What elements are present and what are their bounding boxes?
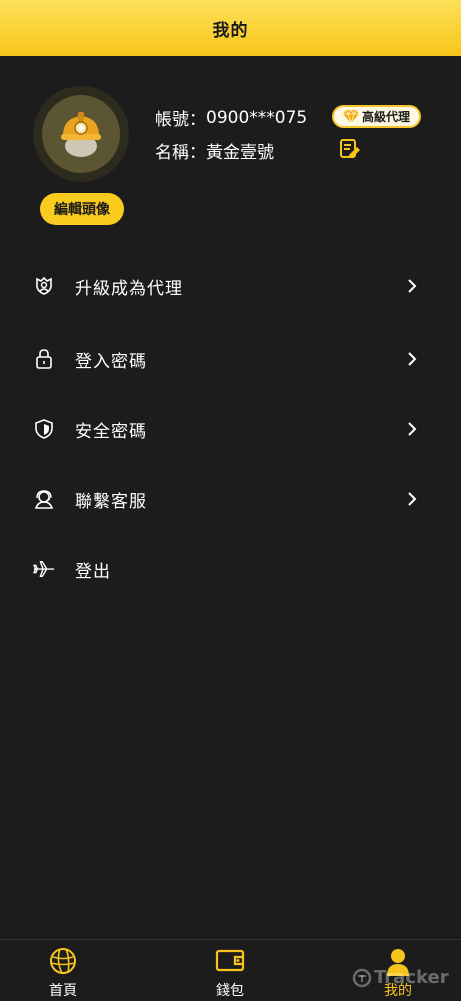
- watermark-text: Tracker: [374, 967, 449, 988]
- menu-label: 登入密碼: [75, 351, 147, 372]
- chevron-right-icon: [408, 422, 417, 436]
- edit-avatar-button[interactable]: 編輯頭像: [40, 193, 124, 225]
- badge-label: 高級代理: [361, 110, 410, 124]
- shield-icon: [33, 418, 55, 440]
- account-value: 0900***075: [206, 107, 308, 128]
- headset-icon: [33, 488, 55, 510]
- avatar-image: [42, 95, 120, 173]
- name-value: 黃金壹號: [206, 143, 274, 163]
- account-label: 帳號：: [155, 110, 206, 130]
- menu-item-security-password[interactable]: 安全密碼: [0, 399, 461, 459]
- lock-icon: [33, 348, 55, 370]
- tracker-logo-icon: [352, 968, 372, 987]
- watermark-logo: Tracker: [352, 967, 449, 988]
- menu-item-logout[interactable]: 登出: [0, 539, 461, 599]
- plane-icon: [33, 558, 55, 580]
- page-title: 我的: [212, 20, 249, 41]
- home-icon: [50, 948, 76, 974]
- miner-helmet-icon: [61, 112, 101, 157]
- menu-item-contact-support[interactable]: 聯繫客服: [0, 469, 461, 529]
- edit-name-icon[interactable]: [339, 138, 361, 160]
- tab-home[interactable]: 首頁: [23, 940, 103, 1001]
- diamond-icon: [342, 110, 359, 123]
- top-header: 我的: [0, 0, 461, 56]
- menu-label: 安全密碼: [75, 421, 147, 442]
- chevron-right-icon: [408, 352, 417, 366]
- tab-label: 錢包: [216, 983, 244, 999]
- tab-label: 首頁: [49, 983, 77, 999]
- menu-item-upgrade-agent[interactable]: 升級成為代理: [0, 256, 461, 316]
- vip-badge: 高級代理: [332, 105, 421, 128]
- account-row: 帳號： 0900***075: [155, 105, 308, 131]
- menu-label: 登出: [75, 561, 111, 582]
- name-row: 名稱： 黃金壹號: [155, 138, 274, 163]
- agent-icon: [33, 275, 55, 297]
- tab-wallet[interactable]: 錢包: [190, 940, 270, 1001]
- chevron-right-icon: [408, 279, 417, 293]
- wallet-icon: [215, 949, 245, 972]
- name-label: 名稱：: [155, 143, 206, 163]
- chevron-right-icon: [408, 492, 417, 506]
- menu-item-login-password[interactable]: 登入密碼: [0, 329, 461, 389]
- menu-label: 升級成為代理: [75, 278, 183, 299]
- menu-label: 聯繫客服: [75, 491, 147, 512]
- avatar[interactable]: [33, 86, 129, 182]
